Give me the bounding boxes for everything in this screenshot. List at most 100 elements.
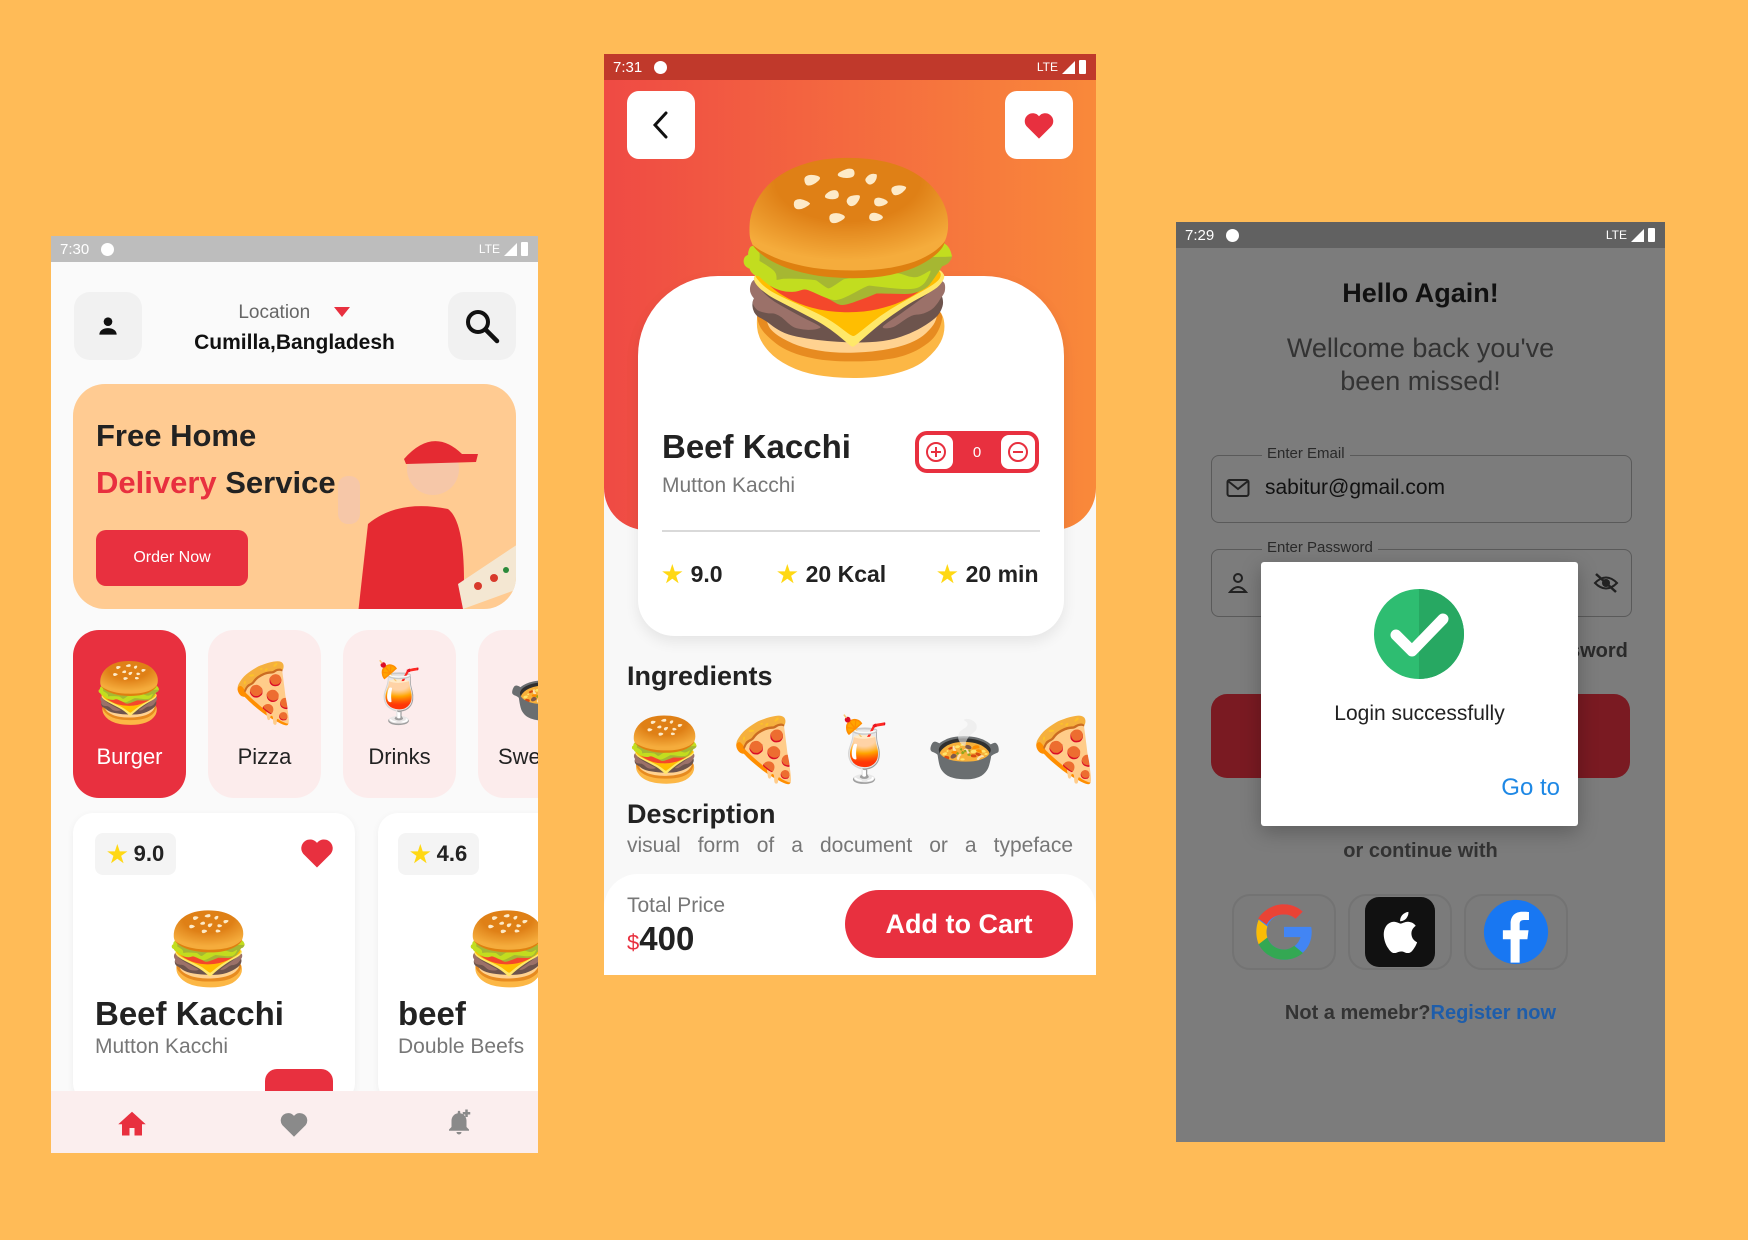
mail-icon xyxy=(1226,479,1250,497)
heart-icon xyxy=(1024,112,1054,139)
star-icon: ★ xyxy=(777,561,798,587)
star-icon: ★ xyxy=(107,840,128,867)
battery-icon xyxy=(1648,228,1655,242)
category-sweets[interactable]: 🍲 Swe xyxy=(478,630,538,798)
app-status-icon xyxy=(1226,228,1240,242)
home-icon[interactable] xyxy=(117,1109,147,1137)
check-circle-icon xyxy=(1374,589,1464,679)
go-to-button[interactable]: Go to xyxy=(1501,774,1560,802)
burger-image: 🍔 xyxy=(464,910,538,988)
email-input[interactable]: sabitur@gmail.com xyxy=(1265,476,1445,500)
star-icon: ★ xyxy=(937,561,958,587)
status-time: 7:30 xyxy=(60,240,90,258)
person-icon xyxy=(1228,573,1248,593)
battery-icon xyxy=(1079,60,1086,74)
google-button[interactable] xyxy=(1232,894,1336,970)
continue-with-label: or continue with xyxy=(1343,840,1498,862)
login-screen: 7:29 LTE Hello Again! Wellcome back you'… xyxy=(1176,222,1665,1142)
google-icon xyxy=(1256,904,1313,960)
location-selector[interactable]: Location Cumilla,Bangladesh xyxy=(181,302,408,355)
drinks-icon: 🍹 xyxy=(363,661,436,726)
status-bar: 7:29 LTE xyxy=(1176,222,1665,248)
search-icon xyxy=(466,310,500,344)
email-field[interactable]: Enter Email sabitur@gmail.com xyxy=(1211,445,1632,523)
category-label: Swe xyxy=(498,744,538,769)
status-time: 7:31 xyxy=(613,58,643,76)
stat-value: 20 Kcal xyxy=(805,561,887,587)
password-label: Enter Password xyxy=(1262,539,1378,556)
category-label: Pizza xyxy=(237,744,292,769)
heart-icon[interactable] xyxy=(299,837,335,869)
profile-button[interactable] xyxy=(74,292,142,360)
status-time: 7:29 xyxy=(1185,226,1215,244)
quantity-stepper: 0 xyxy=(915,431,1039,473)
success-dialog: Login successfully Go to xyxy=(1261,562,1578,826)
category-drinks[interactable]: 🍹 Drinks xyxy=(343,630,456,798)
email-label: Enter Email xyxy=(1262,445,1350,462)
checkout-bar: Total Price $400 Add to Cart xyxy=(604,874,1096,975)
pizza-icon: 🍕 xyxy=(228,661,301,726)
sweets-icon: 🍲 xyxy=(478,660,538,728)
star-icon: ★ xyxy=(662,561,683,587)
divider xyxy=(662,530,1040,532)
person-icon xyxy=(99,317,117,335)
burger-image: 🍔 xyxy=(165,910,253,988)
category-pizza[interactable]: 🍕 Pizza xyxy=(208,630,321,798)
signal-icon xyxy=(1631,228,1644,242)
order-now-button[interactable]: Order Now xyxy=(96,530,248,586)
quantity-value: 0 xyxy=(972,443,982,461)
rating-badge: ★ 4.6 xyxy=(398,833,480,875)
stat-value: 20 min xyxy=(965,561,1039,587)
category-label: Burger xyxy=(96,744,163,769)
card-subtitle: Double Beefs xyxy=(398,1035,525,1058)
not-member-text: Not a memebr? xyxy=(1284,1002,1431,1024)
food-subtitle: Mutton Kacchi xyxy=(662,474,796,497)
register-link[interactable]: Register now xyxy=(1431,1002,1557,1024)
status-bar: 7:31 LTE xyxy=(604,54,1096,80)
visibility-off-icon[interactable] xyxy=(1593,572,1619,594)
app-status-icon xyxy=(654,60,668,74)
apple-button[interactable] xyxy=(1348,894,1452,970)
rating-value: 4.6 xyxy=(436,841,468,866)
total-label: Total Price xyxy=(627,894,726,917)
banner-rest: Service xyxy=(216,465,336,500)
burger-icon: 🍔 xyxy=(626,716,704,785)
minus-icon xyxy=(1008,442,1028,462)
register-row: Not a memebr?Register now xyxy=(1176,1002,1665,1025)
search-button[interactable] xyxy=(448,292,516,360)
sweets-icon: 🍲 xyxy=(926,716,1004,785)
card-subtitle: Mutton Kacchi xyxy=(95,1035,229,1058)
back-arrow-icon xyxy=(652,111,668,139)
heart-icon[interactable] xyxy=(279,1111,309,1138)
location-label: Location xyxy=(238,302,311,323)
notification-add-icon[interactable] xyxy=(444,1107,474,1137)
delivery-person-image xyxy=(338,441,516,609)
increase-button[interactable] xyxy=(919,435,953,469)
card-title: beef xyxy=(398,995,466,1032)
banner-line1: Free Home xyxy=(96,418,257,453)
app-status-icon xyxy=(101,242,115,256)
dropdown-arrow-icon xyxy=(333,307,350,317)
total-price: 400 xyxy=(639,920,695,957)
decrease-button[interactable] xyxy=(1001,435,1035,469)
home-screen: 7:30 LTE Location Cumilla,Bangladesh Fre… xyxy=(51,236,538,1153)
ingredients-heading: Ingredients xyxy=(627,661,773,691)
network-label: LTE xyxy=(1036,60,1058,74)
detail-screen: 7:31 LTE Beef Kacchi Mutton Kacchi 0 ★ 9.… xyxy=(604,54,1096,975)
food-card[interactable]: ★ 4.6 🍔 beef Double Beefs xyxy=(378,813,538,1103)
plus-icon xyxy=(926,442,946,462)
pizza-icon: 🍕 xyxy=(726,716,804,785)
status-bar: 7:30 LTE xyxy=(51,236,538,262)
food-card[interactable]: ★ 9.0 🍔 Beef Kacchi Mutton Kacchi xyxy=(73,813,355,1103)
pizza-icon: 🍕 xyxy=(1026,716,1096,785)
rating-value: 9.0 xyxy=(133,841,165,866)
signal-icon xyxy=(1062,60,1075,74)
signal-icon xyxy=(504,242,517,256)
category-burger[interactable]: 🍔 Burger xyxy=(73,630,186,798)
facebook-button[interactable] xyxy=(1464,894,1568,970)
subheading-line1: Wellcome back you've xyxy=(1286,333,1555,363)
add-to-cart-button[interactable]: Add to Cart xyxy=(845,890,1073,958)
bottom-nav xyxy=(51,1091,538,1153)
description-heading: Description xyxy=(627,799,776,829)
dialog-message: Login successfully xyxy=(1334,702,1505,725)
